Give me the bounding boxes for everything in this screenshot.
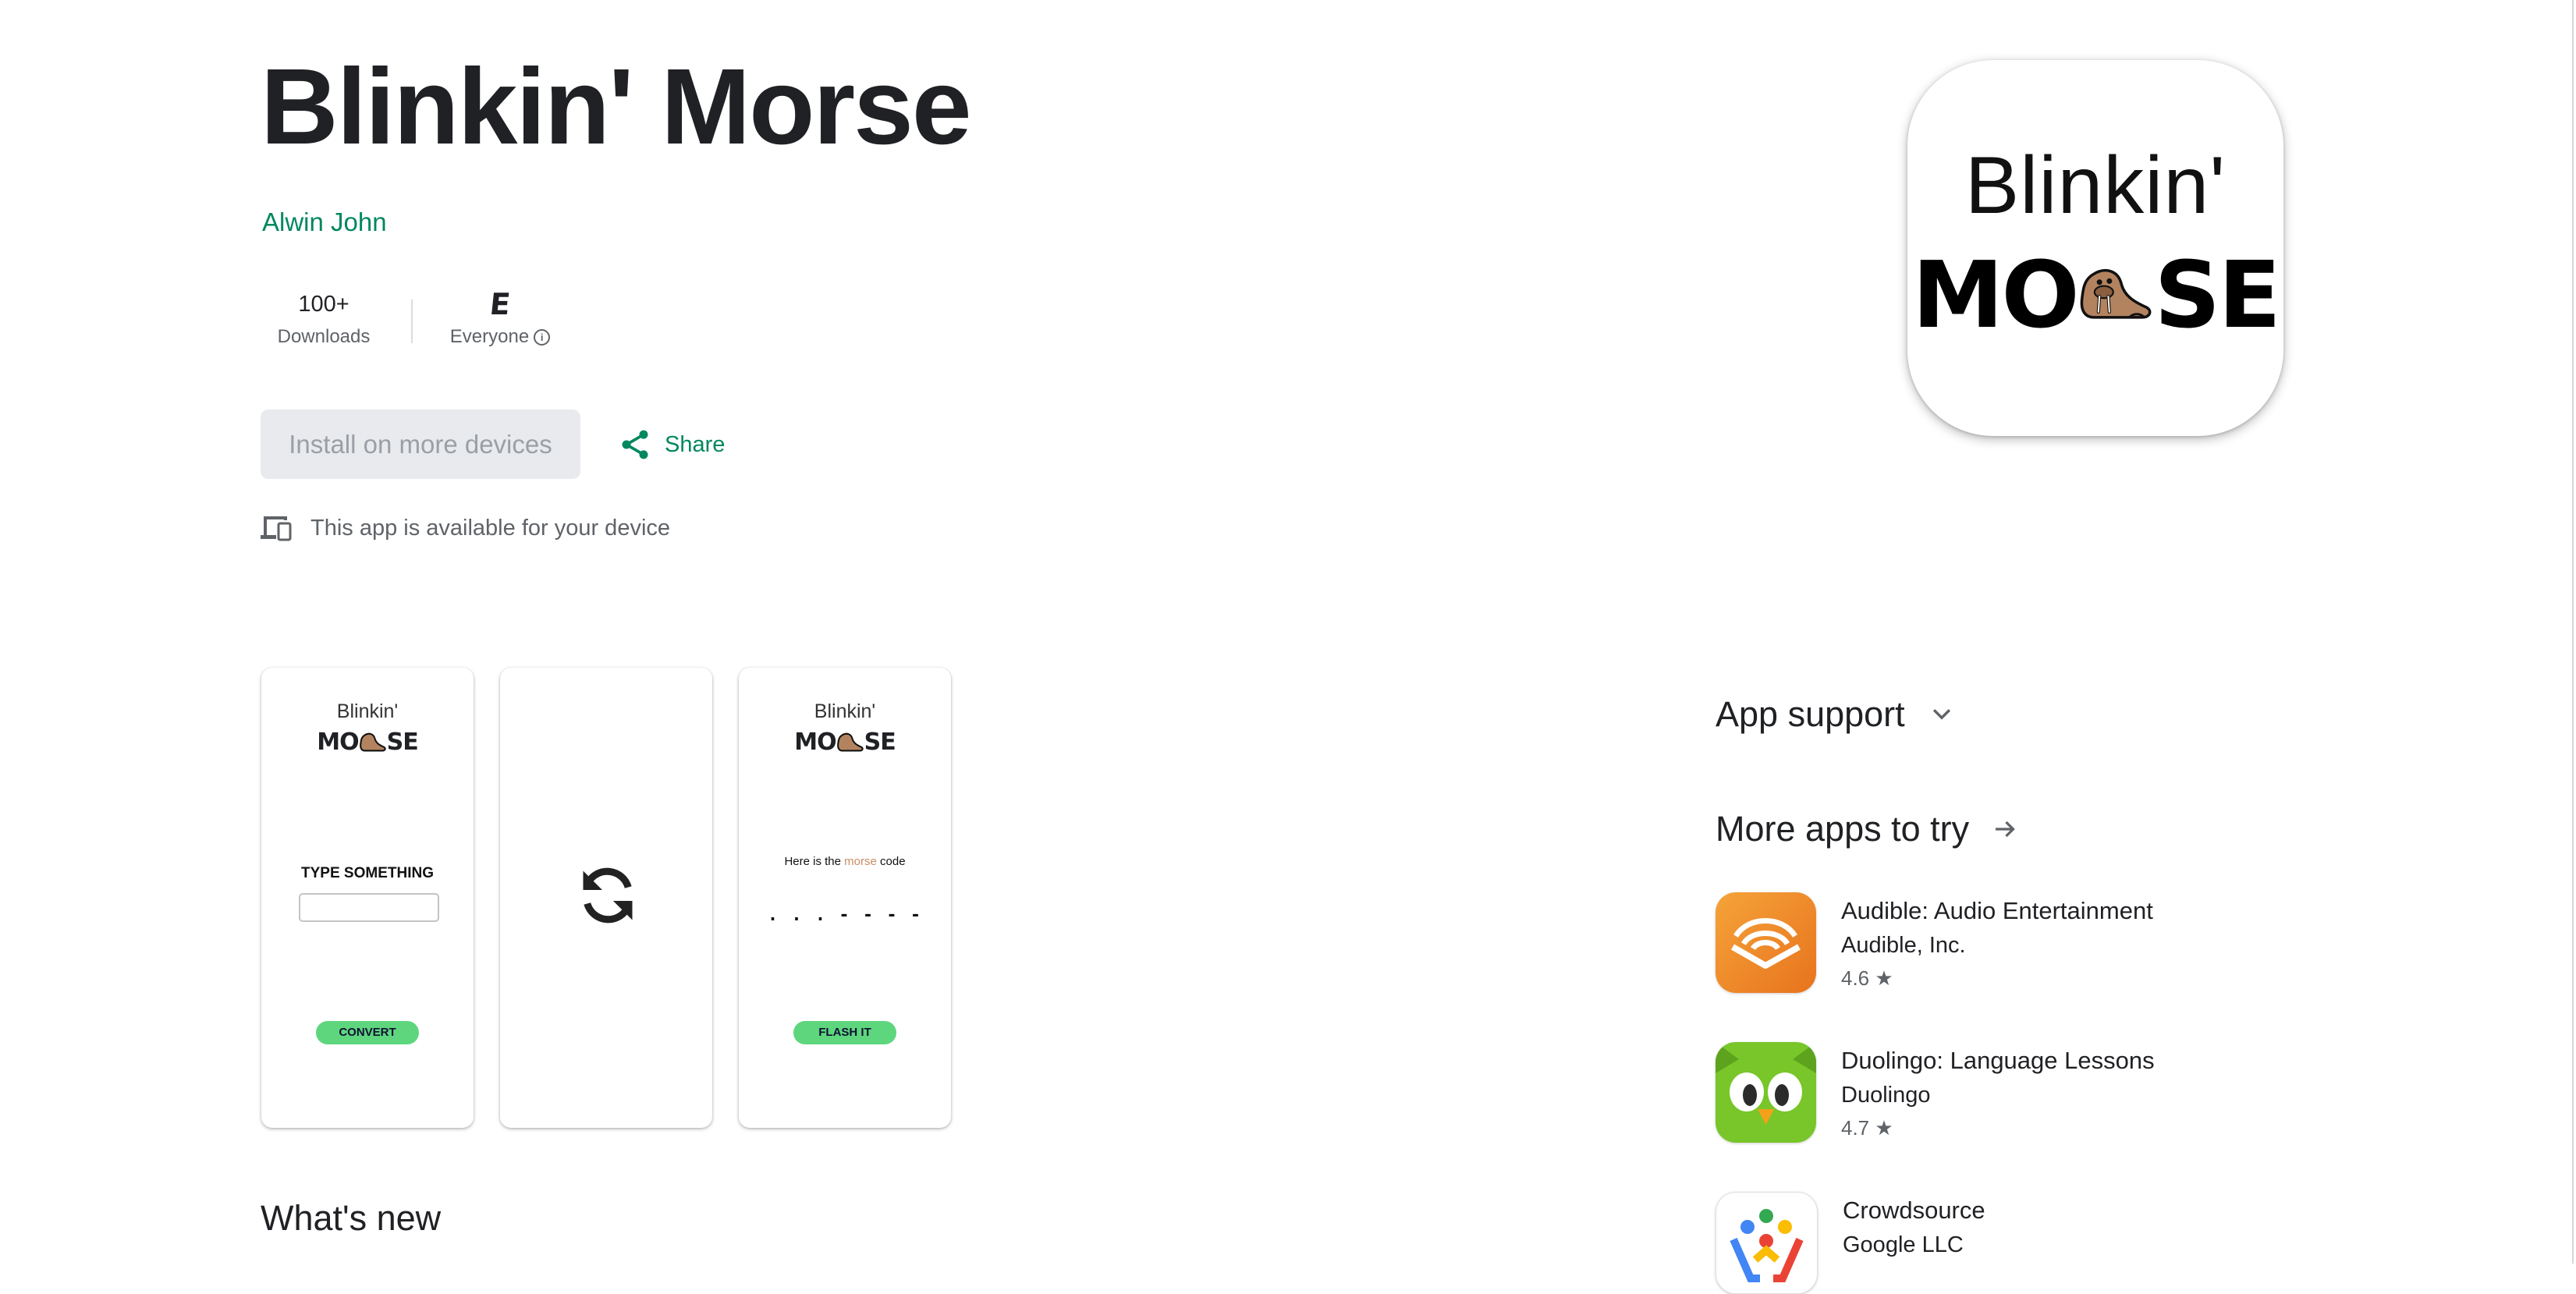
caption-after: code: [876, 855, 906, 868]
convert-button-preview: CONVERT: [316, 1021, 419, 1044]
duolingo-owl-icon: [1716, 1042, 1816, 1143]
app-name: Crowdsource: [1843, 1197, 1985, 1224]
star-icon: ★: [1875, 1116, 1893, 1140]
screenshot-morse-logo: MO SE: [261, 729, 474, 756]
morse-code-output: . . . - - - -: [767, 906, 923, 925]
screenshot-2[interactable]: [500, 668, 712, 1128]
downloads-label: Downloads: [277, 326, 371, 347]
logo-text-left: MO: [794, 729, 836, 756]
app-icon-blinkin-text: Blinkin': [1964, 140, 2227, 231]
install-button[interactable]: Install on more devices: [261, 409, 580, 479]
app-developer: Duolingo: [1841, 1083, 1931, 1108]
walrus-icon: [2080, 269, 2152, 319]
downloads-stat: 100+ Downloads: [265, 289, 382, 348]
app-support-heading: App support: [1716, 694, 1905, 734]
devices-icon: [261, 516, 292, 541]
screenshot-blinkin-text: Blinkin': [814, 700, 876, 722]
walrus-icon: [359, 732, 386, 751]
rating-value: 4.7: [1841, 1116, 1870, 1140]
whats-new-heading: What's new: [261, 1198, 442, 1238]
caption-before: Here is the: [784, 855, 845, 868]
stat-divider: [411, 300, 413, 343]
page-title: Blinkin' Morse: [261, 47, 972, 167]
device-availability: This app is available for your device: [261, 515, 670, 541]
rating-value: 4.6: [1841, 966, 1870, 990]
more-apps-heading: More apps to try: [1716, 809, 1970, 849]
logo-text-left: MO: [317, 729, 359, 756]
logo-text-right: SE: [2154, 241, 2281, 349]
esrb-everyone-icon: E: [488, 287, 513, 321]
app-developer: Audible, Inc.: [1841, 933, 1966, 958]
app-support-toggle[interactable]: App support: [1716, 694, 1955, 735]
audible-icon: [1716, 892, 1816, 993]
app-rating: 4.7 ★: [1841, 1116, 2155, 1140]
text-input-preview: [299, 893, 439, 922]
refresh-icon: [583, 867, 633, 924]
walrus-icon: [836, 732, 864, 751]
type-something-label: TYPE SOMETHING: [301, 865, 434, 881]
info-icon[interactable]: i: [534, 329, 551, 346]
recommended-app[interactable]: Duolingo: Language Lessons Duolingo 4.7 …: [1716, 1042, 2155, 1143]
share-label: Share: [665, 431, 726, 457]
logo-text-right: SE: [386, 729, 419, 756]
app-rating: 4.6 ★: [1841, 966, 2153, 991]
caption-highlight: morse: [844, 855, 877, 868]
availability-text: This app is available for your device: [310, 515, 671, 541]
logo-text-left: MO: [1912, 241, 2080, 349]
screenshot-3[interactable]: Blinkin' MO SE Here is the morse code . …: [739, 668, 951, 1128]
scrollbar[interactable]: [2572, 0, 2574, 1264]
logo-text-right: SE: [864, 729, 896, 756]
star-icon: ★: [1875, 966, 1893, 990]
app-name: Duolingo: Language Lessons: [1841, 1047, 2155, 1074]
app-icon-morse-logo: MO SE: [1912, 241, 2281, 349]
flash-button-preview: FLASH IT: [793, 1021, 896, 1044]
share-button[interactable]: Share: [618, 425, 725, 464]
developer-link[interactable]: Alwin John: [262, 207, 387, 237]
screenshot-morse-logo: MO SE: [739, 729, 951, 756]
share-icon: [622, 430, 648, 459]
more-apps-link[interactable]: More apps to try: [1716, 809, 2019, 849]
arrow-right-icon: [1996, 821, 2015, 838]
recommended-app[interactable]: Audible: Audio Entertainment Audible, In…: [1716, 892, 2153, 993]
app-icon: Blinkin' MO SE: [1907, 60, 2283, 436]
crowdsource-icon: [1716, 1192, 1818, 1294]
app-developer: Google LLC: [1843, 1232, 1964, 1257]
screenshot-blinkin-text: Blinkin': [336, 700, 399, 722]
screenshot-1[interactable]: Blinkin' MO SE TYPE SOMETHING CONVERT: [261, 668, 474, 1128]
downloads-value: 100+: [298, 292, 349, 317]
recommended-app[interactable]: Crowdsource Google LLC: [1716, 1192, 1985, 1294]
app-name: Audible: Audio Entertainment: [1841, 897, 2153, 924]
morse-result-caption: Here is the morse code: [739, 855, 951, 868]
content-rating-label: Everyone: [449, 326, 530, 347]
content-rating-stat[interactable]: E Everyone i: [442, 287, 559, 348]
chevron-down-icon: [1932, 709, 1950, 720]
